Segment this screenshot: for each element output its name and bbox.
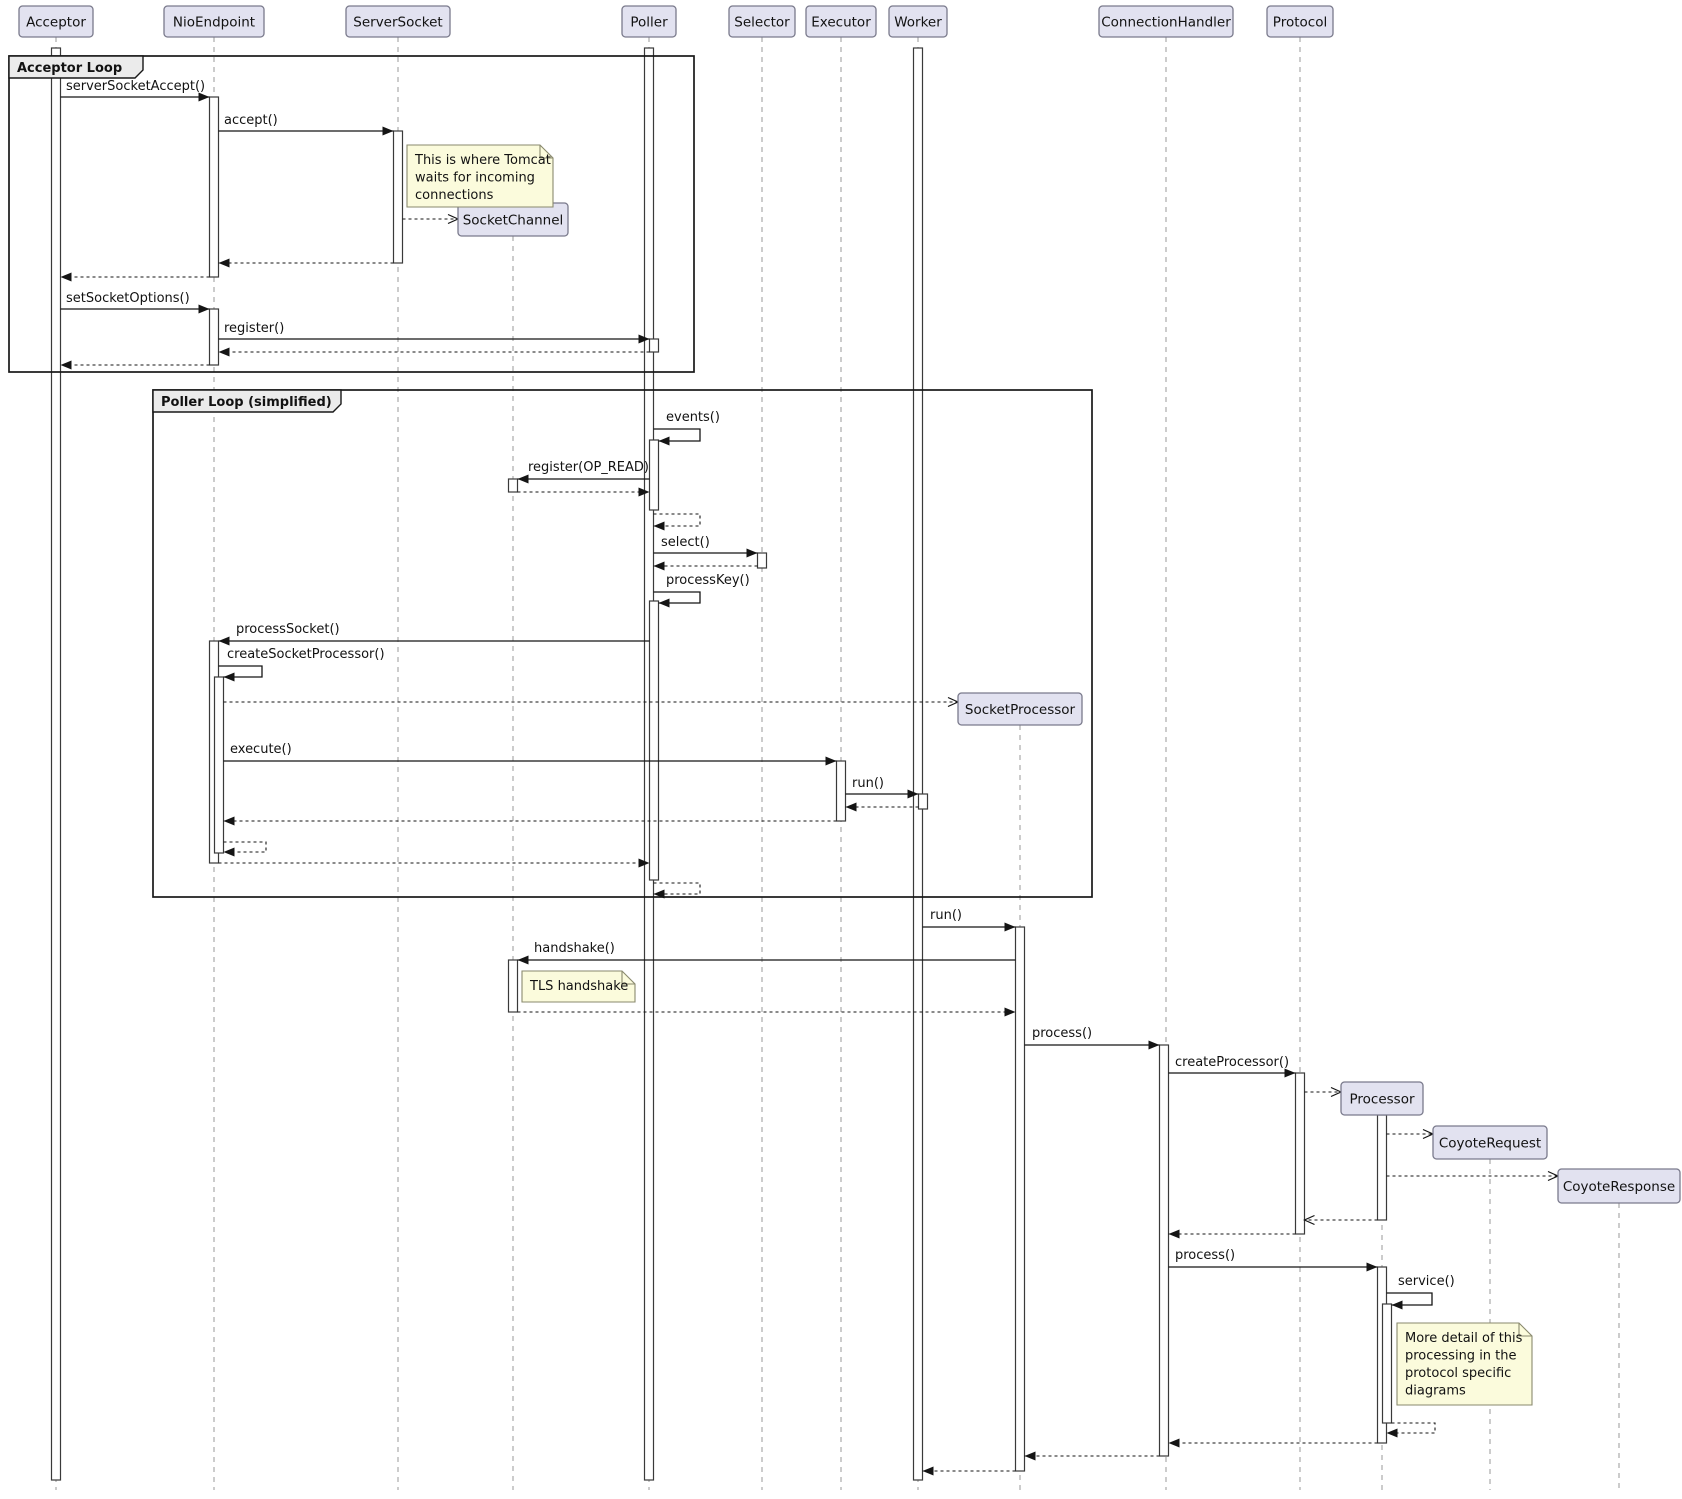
arrowhead-filled-icon [1392,1301,1403,1310]
activation-acceptor-main [52,48,61,1480]
activation-processor-create [1378,1115,1387,1220]
participant-label-connection-handler: ConnectionHandler [1101,15,1231,31]
tomcat-nio-sequence-diagram: Acceptor Loop Poller Loop (simplified) ser… [0,0,1682,1495]
activation-serversocket-accept [394,131,403,263]
activation-connectionhandler-process [1160,1045,1169,1456]
message-label: events() [666,410,720,425]
arrowhead-filled-icon [659,437,670,446]
message-label: processSocket() [236,622,340,637]
frame-0 [9,56,694,372]
arrowhead-filled-icon [826,757,837,766]
arrowhead-filled-icon [846,803,857,812]
note-tomcat-waits-text: waits for incoming [415,171,535,186]
arrowhead-filled-icon [1169,1439,1180,1448]
arrowhead-filled-icon [518,956,529,965]
participant-label-coyote-response: CoyoteResponse [1563,1179,1675,1195]
activation-executor-execute [837,761,846,821]
arrowhead-filled-icon [1005,923,1016,932]
arrowhead-filled-icon [747,549,758,558]
arrowhead-filled-icon [224,817,235,826]
note-more-detail-text: More detail of this [1405,1331,1523,1346]
activation-socketprocessor-run [1016,927,1025,1471]
arrowhead-filled-icon [199,305,210,314]
participant-label-nio-endpoint: NioEndpoint [173,15,255,31]
message-selfcall-line [654,592,701,603]
activation-socketchannel-register [509,479,518,492]
participant-label-server-socket: ServerSocket [353,15,442,31]
arrowhead-filled-icon [224,673,235,682]
participant-label-worker: Worker [894,15,942,31]
arrowhead-filled-icon [654,562,665,571]
participant-label-coyote-request: CoyoteRequest [1439,1136,1541,1152]
note-more-detail-text: diagrams [1405,1384,1466,1399]
arrowhead-filled-icon [1169,1230,1180,1239]
activation-protocol-createprocessor [1296,1073,1305,1234]
sequence-diagram-page: Acceptor Loop Poller Loop (simplified) ser… [0,0,1682,1495]
message-label: handshake() [534,941,615,956]
message-label: createProcessor() [1175,1055,1289,1070]
note-more-detail-text: processing in the [1405,1349,1517,1364]
arrowhead-filled-icon [219,637,230,646]
arrowhead-filled-icon [383,127,394,136]
activation-processor-service [1383,1304,1392,1423]
arrowhead-filled-icon [1367,1263,1378,1272]
arrowhead-filled-icon [1149,1041,1160,1050]
activation-poller-register [650,339,659,352]
arrowhead-filled-icon [61,273,72,282]
arrowhead-filled-icon [654,522,665,531]
activation-nioendpoint-accept [210,97,219,277]
arrowhead-filled-icon [1005,1008,1016,1017]
activation-socketchannel-handshake [509,960,518,1012]
note-tls-handshake-text: TLS handshake [529,979,628,994]
participant-label-protocol: Protocol [1273,15,1327,31]
message-label: process() [1175,1248,1235,1263]
arrowhead-filled-icon [219,348,230,357]
message-label: createSocketProcessor() [227,647,385,662]
message-label: accept() [224,113,278,128]
note-tomcat-waits-text: This is where Tomcat [414,153,551,168]
arrowhead-filled-icon [224,848,235,857]
message-selfcall-line [1387,1293,1433,1305]
participant-label-acceptor: Acceptor [26,15,86,31]
activation-worker-run [919,794,928,809]
message-label: service() [1398,1274,1455,1289]
participant-label-socket-processor: SocketProcessor [965,702,1076,718]
activation-poller-processkey [650,601,659,880]
activation-worker-main [914,48,923,1480]
message-label: processKey() [666,573,750,588]
participant-label-poller: Poller [630,15,668,31]
arrowhead-filled-icon [61,361,72,370]
message-selfcall-line [654,429,701,441]
message-label: register(OP_READ) [528,460,649,475]
arrowhead-filled-icon [1387,1429,1398,1438]
note-tomcat-waits-text: connections [415,188,494,203]
message-label: serverSocketAccept() [66,79,205,94]
message-selfcall-line [219,666,263,677]
arrowhead-filled-icon [659,599,670,608]
participant-label-executor: Executor [811,15,871,31]
arrowhead-filled-icon [923,1467,934,1476]
activation-nioendpoint-createsocketprocessor [215,677,224,853]
arrowhead-filled-icon [518,475,529,484]
arrowhead-filled-icon [1025,1452,1036,1461]
activation-selector-select [758,553,767,568]
message-label: register() [224,321,284,336]
message-label: run() [930,908,962,923]
participant-label-processor: Processor [1349,1092,1414,1108]
message-label: execute() [230,742,292,757]
note-more-detail-text: protocol specific [1405,1366,1511,1381]
activation-poller-events [650,440,659,510]
message-label: process() [1032,1026,1092,1041]
message-label: run() [852,776,884,791]
message-label: setSocketOptions() [66,291,190,306]
participant-label-socket-channel: SocketChannel [463,213,564,229]
activation-nioendpoint-setsocketoptions [210,309,219,365]
arrowhead-filled-icon [219,259,230,268]
frame-title: Acceptor Loop [17,61,122,76]
message-label: select() [661,535,710,550]
frame-title: Poller Loop (simplified) [161,395,332,410]
participant-label-selector: Selector [734,15,790,31]
